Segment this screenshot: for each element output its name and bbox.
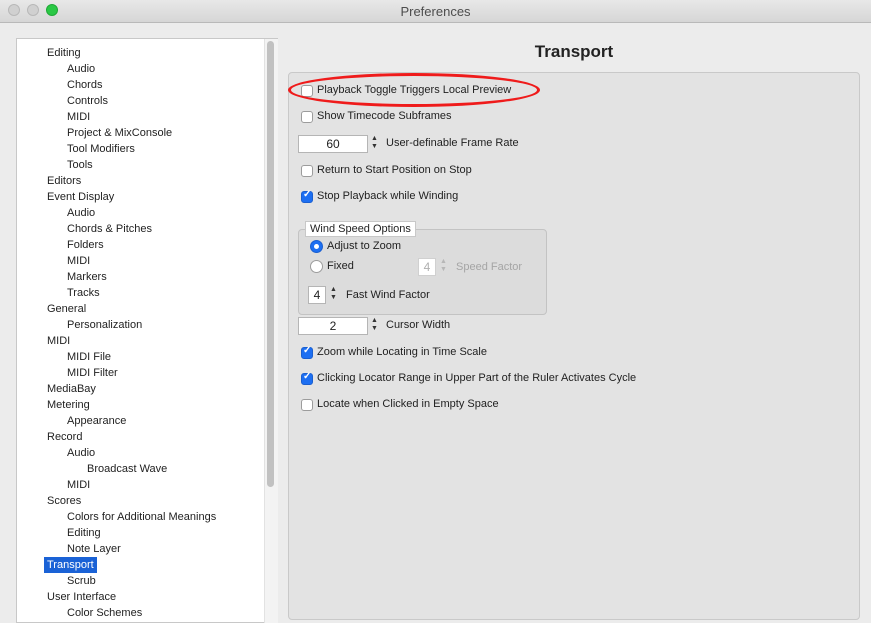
tree-item-tracks[interactable]: Tracks (67, 285, 100, 301)
tree-item-chords-pitches[interactable]: Chords & Pitches (67, 221, 152, 237)
tree-item-folders[interactable]: Folders (67, 237, 104, 253)
cursor-width-stepper[interactable]: ▲ ▼ (370, 317, 379, 335)
frame-rate-label: User-definable Frame Rate (386, 137, 519, 149)
clicking-locator-checkbox[interactable] (301, 371, 313, 385)
speed-factor-label: Speed Factor (456, 261, 523, 273)
tree-item-midi[interactable]: MIDI (67, 253, 90, 269)
tree-item-midi-file[interactable]: MIDI File (67, 349, 111, 365)
fast-wind-stepper[interactable]: ▲ ▼ (329, 286, 338, 304)
tree-item-record[interactable]: Record (47, 429, 82, 445)
window-title: Preferences (400, 4, 471, 19)
tree-item-mediabay[interactable]: MediaBay (47, 381, 96, 397)
tree-item-metering[interactable]: Metering (47, 397, 90, 413)
frame-rate-field[interactable]: 60 (298, 135, 368, 153)
tree-item-editing[interactable]: Editing (47, 45, 81, 61)
fixed-label[interactable]: Fixed (327, 257, 354, 275)
tree-item-controls[interactable]: Controls (67, 93, 108, 109)
stop-playback-checkbox[interactable] (301, 189, 313, 203)
tree-item-personalization[interactable]: Personalization (67, 317, 142, 333)
show-timecode-checkbox[interactable] (301, 111, 313, 123)
tree-item-tool-modifiers[interactable]: Tool Modifiers (67, 141, 135, 157)
tree-item-markers[interactable]: Markers (67, 269, 107, 285)
tree-item-midi[interactable]: MIDI (67, 109, 90, 125)
tree-item-note-layer[interactable]: Note Layer (67, 541, 121, 557)
preferences-tree: Editing Audio Chords Controls MIDI Project & … (16, 38, 278, 623)
locate-empty-label[interactable]: Locate when Clicked in Empty Space (317, 395, 499, 413)
tree-item-editors[interactable]: Editors (47, 173, 81, 189)
tree-item-project-mixconsole[interactable]: Project & MixConsole (67, 125, 172, 141)
clicking-locator-label[interactable]: Clicking Locator Range in Upper Part of … (317, 369, 636, 387)
tree-item-general[interactable]: General (47, 301, 86, 317)
fast-wind-field[interactable]: 4 (308, 286, 326, 304)
tree-item-audio[interactable]: Audio (67, 205, 95, 221)
wind-speed-title: Wind Speed Options (305, 221, 416, 237)
show-timecode-label[interactable]: Show Timecode Subframes (317, 107, 452, 125)
tree-item-audio[interactable]: Audio (67, 445, 95, 461)
cursor-width-field[interactable]: 2 (298, 317, 368, 335)
tree-item-tools[interactable]: Tools (67, 157, 93, 173)
tree-item-color-schemes[interactable]: Color Schemes (67, 605, 142, 621)
highlight-ring (288, 73, 540, 107)
title-bar: Preferences (0, 0, 871, 23)
tree-item-appearance[interactable]: Appearance (67, 413, 126, 429)
tree-scroll-thumb[interactable] (267, 41, 274, 487)
tree-item-broadcast-wave[interactable]: Broadcast Wave (87, 461, 167, 477)
tree-item-colors-for-additional-meanings[interactable]: Colors for Additional Meanings (67, 509, 216, 525)
return-to-start-label[interactable]: Return to Start Position on Stop (317, 161, 472, 179)
tree-item-midi-filter[interactable]: MIDI Filter (67, 365, 118, 381)
tree-item-midi[interactable]: MIDI (67, 477, 90, 493)
stop-playback-label[interactable]: Stop Playback while Winding (317, 187, 458, 205)
tree-item-audio[interactable]: Audio (67, 61, 95, 77)
tree-item-transport[interactable]: Transport (44, 557, 97, 573)
tree-item-midi[interactable]: MIDI (47, 333, 70, 349)
speed-factor-stepper[interactable]: ▲ ▼ (439, 258, 448, 276)
tree-item-user-interface[interactable]: User Interface (47, 589, 116, 605)
return-to-start-checkbox[interactable] (301, 165, 313, 177)
page-title: Transport (534, 42, 614, 61)
locate-empty-checkbox[interactable] (301, 399, 313, 411)
tree-item-chords[interactable]: Chords (67, 77, 102, 93)
fixed-radio[interactable] (310, 260, 323, 273)
tree-item-editing[interactable]: Editing (67, 525, 101, 541)
cursor-width-label: Cursor Width (386, 319, 451, 331)
adjust-to-zoom-radio[interactable] (310, 240, 323, 253)
zoom-locating-label[interactable]: Zoom while Locating in Time Scale (317, 343, 487, 361)
fast-wind-label: Fast Wind Factor (346, 289, 430, 301)
tree-item-scrub[interactable]: Scrub (67, 573, 96, 589)
speed-factor-field[interactable]: 4 (418, 258, 436, 276)
tree-item-event-display[interactable]: Event Display (47, 189, 114, 205)
zoom-locating-checkbox[interactable] (301, 345, 313, 359)
adjust-to-zoom-label[interactable]: Adjust to Zoom (327, 237, 401, 255)
tree-item-scores[interactable]: Scores (47, 493, 81, 509)
frame-rate-stepper[interactable]: ▲ ▼ (370, 135, 379, 153)
